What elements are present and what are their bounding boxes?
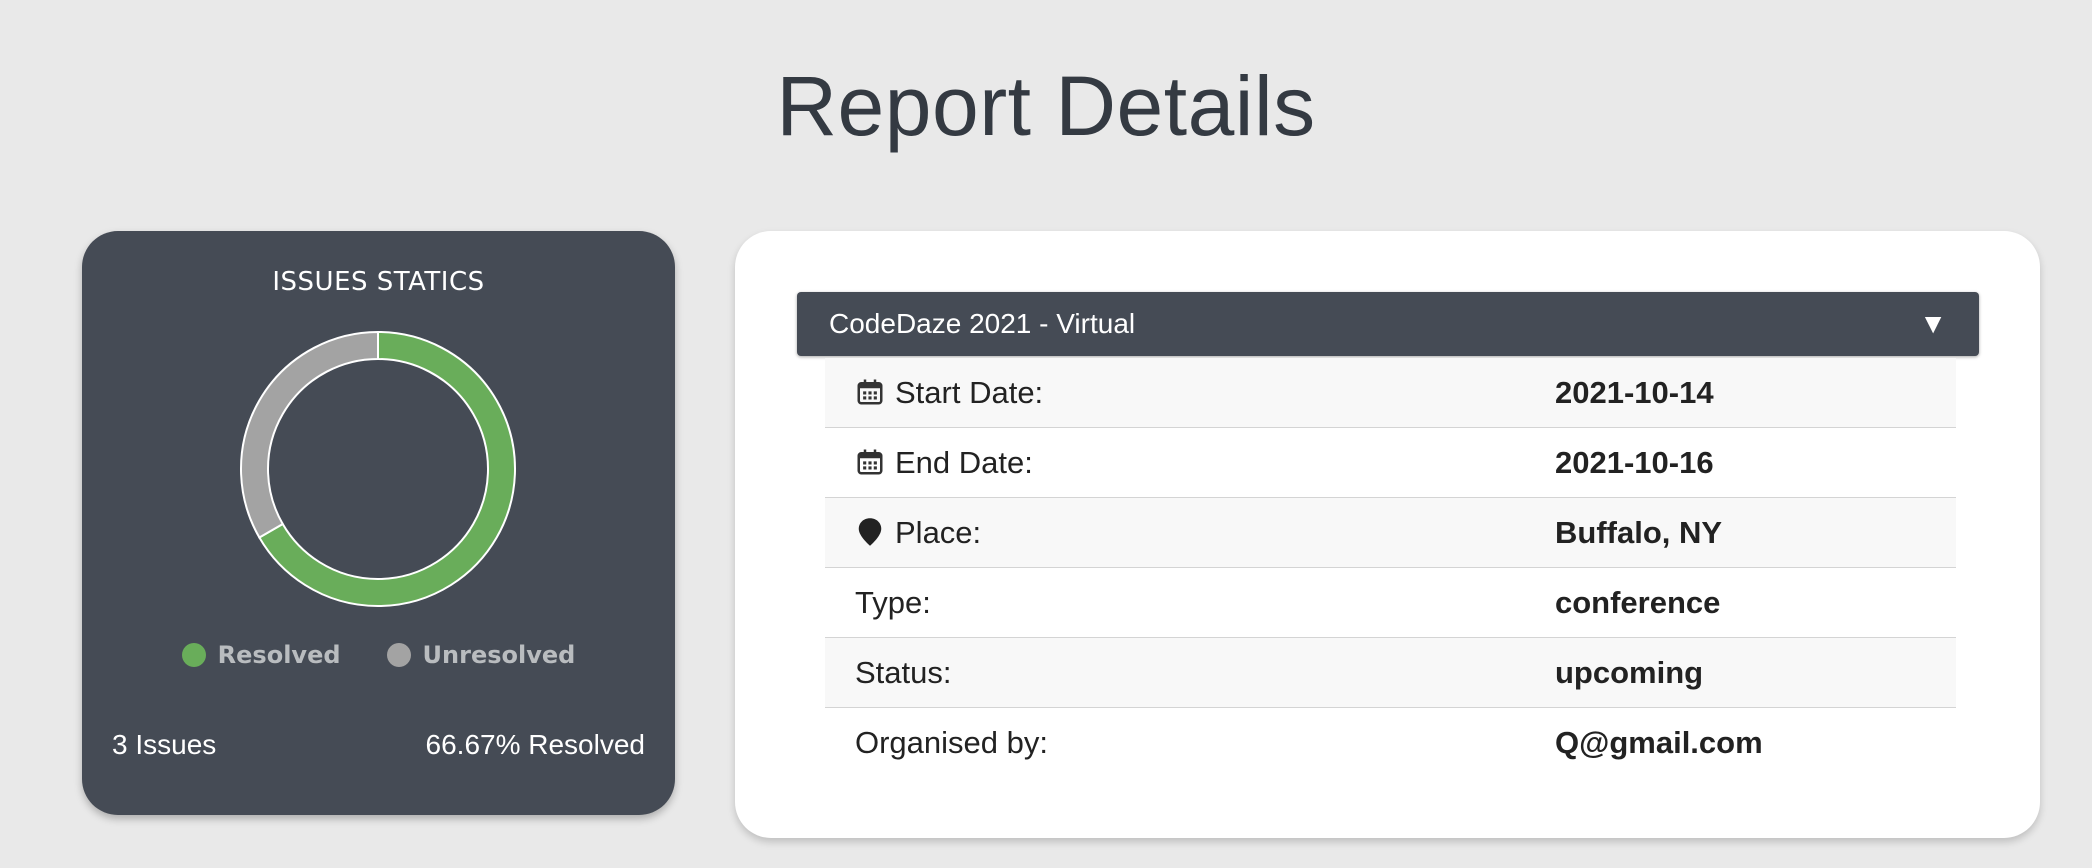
detail-label: Place:	[895, 514, 982, 550]
calendar-icon	[857, 449, 883, 474]
donut-slice-unresolved[interactable]	[240, 330, 379, 539]
detail-value: upcoming	[1555, 654, 1704, 690]
event-select-dropdown[interactable]: CodeDaze 2021 - Virtual ▼	[797, 292, 1979, 356]
detail-value: conference	[1555, 584, 1721, 620]
detail-value: 2021-10-14	[1555, 374, 1714, 410]
resolved-percentage: 66.67% Resolved	[425, 729, 645, 760]
legend-label-resolved: Resolved	[217, 641, 341, 669]
detail-value: Q@gmail.com	[1555, 724, 1763, 760]
issues-statistics-card: ISSUES STATICS Resolved Unresolved 3 Iss…	[82, 231, 675, 815]
detail-row-place: Place: Buffalo, NY	[825, 497, 1956, 568]
detail-label: Organised by:	[855, 724, 1048, 760]
detail-value: 2021-10-16	[1555, 444, 1714, 480]
detail-label: Type:	[855, 584, 931, 620]
chart-legend: Resolved Unresolved	[82, 641, 675, 669]
issues-count: 3 Issues	[112, 729, 217, 760]
stats-footer: 3 Issues 66.67% Resolved	[112, 729, 645, 761]
detail-label-cell: Place:	[825, 498, 1525, 568]
issues-donut-chart	[240, 330, 516, 607]
detail-row-start-date: Start Date: 2021-10-14	[825, 358, 1956, 428]
detail-label-cell: Start Date:	[825, 358, 1525, 428]
detail-value: Buffalo, NY	[1555, 514, 1723, 550]
resolved-legend-dot	[181, 643, 206, 667]
event-details-card: CodeDaze 2021 - Virtual ▼ Start Date: 20…	[735, 231, 2040, 838]
detail-label: Start Date:	[895, 374, 1044, 410]
stats-title: ISSUES STATICS	[272, 267, 485, 297]
dropdown-arrow-icon: ▼	[1919, 308, 1947, 339]
detail-row-end-date: End Date: 2021-10-16	[825, 428, 1956, 498]
calendar-icon	[857, 379, 883, 404]
unresolved-legend-dot	[386, 643, 411, 667]
detail-label: Status:	[855, 654, 952, 690]
detail-row-type: Type: conference	[825, 568, 1956, 638]
map-pin-icon	[858, 517, 882, 546]
detail-label-cell: End Date:	[825, 428, 1525, 498]
legend-item-unresolved[interactable]: Unresolved	[386, 641, 576, 669]
selected-event: CodeDaze 2021 - Virtual	[829, 308, 1136, 339]
detail-row-status: Status: upcoming	[825, 637, 1956, 708]
detail-label: End Date:	[895, 444, 1033, 480]
legend-item-resolved[interactable]: Resolved	[181, 641, 341, 669]
event-details-table: Start Date: 2021-10-14 End Date: 2021-10…	[825, 358, 1956, 777]
page-title: Report Details	[776, 59, 1316, 153]
legend-label-unresolved: Unresolved	[422, 641, 576, 669]
detail-row-organiser: Organised by: Q@gmail.com	[825, 708, 1956, 778]
